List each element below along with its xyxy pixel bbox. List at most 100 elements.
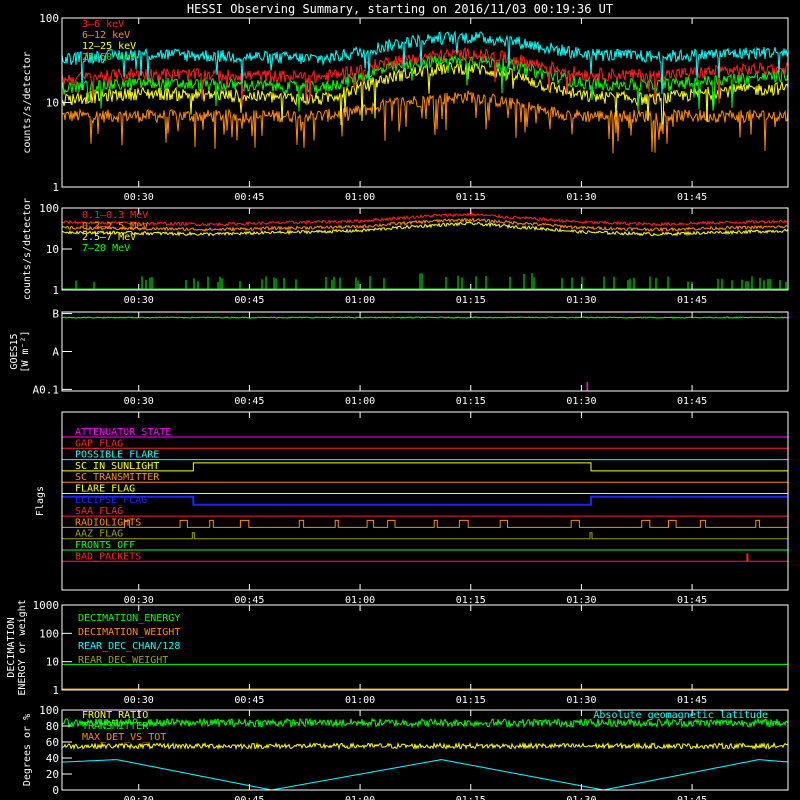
series-line-5-2 [62,759,789,791]
y-axis-label-1: counts/s/detector [22,198,33,300]
legend-entry-0-2: 12–25 keV [82,41,136,52]
series-line-5-1 [61,741,789,751]
flag-label-1: GAP_FLAG [75,438,123,449]
flag-label-7: SAA_FLAG [75,506,123,517]
panel-frame-3 [61,411,789,591]
flag-label-11: BAD_PACKETS [75,551,141,562]
x-tick-label-1-5: 01:45 [677,295,707,306]
legend-entry-1-2: 2.5–7 MeV [82,232,136,243]
chart-title: HESSI Observing Summary, starting on 201… [187,2,613,16]
x-tick-label-5-4: 01:30 [566,795,596,800]
x-tick-label-1-0: 00:30 [124,295,154,306]
x-tick-label-5-3: 01:15 [456,795,486,800]
x-tick-label-3-0: 00:30 [124,595,154,606]
flag-line-3 [62,462,788,472]
y-tick-label-4-3: 1000 [33,599,60,612]
x-tick-label-4-3: 01:15 [456,695,486,706]
legend-entry-0-1: 6–12 keV [82,30,130,41]
x-tick-label-5-5: 01:45 [677,795,707,800]
x-tick-label-4-1: 00:45 [234,695,264,706]
panel-frame-1 [61,207,789,291]
legend-entry-4-0: DECIMATION_ENERGY [78,613,180,624]
y-tick-label-5-1: 20 [46,768,59,781]
x-tick-label-2-5: 01:45 [677,396,707,407]
legend-entry-4-1: DECIMATION_WEIGHT [78,627,180,638]
y-axis-label-4b: ENERGY or weight [17,599,28,695]
x-tick-label-2-0: 00:30 [124,396,154,407]
flag-label-3: SC_IN_SUNLIGHT [75,461,159,472]
y-tick-label-5-5: 100 [39,704,59,717]
legend-entry-5-1: TRANSMITTER [82,721,149,732]
x-tick-label-3-2: 01:00 [345,595,375,606]
y-axis-label-2b: [W m⁻²] [20,330,31,372]
flag-label-6: ECLIPSE_FLAG [75,495,147,506]
flag-label-9: AAZ_FLAG [75,529,123,540]
y-tick-label-0-1: 10 [46,97,59,110]
x-tick-label-5-0: 00:30 [124,795,154,800]
legend-entry-0-0: 3–6 keV [82,19,124,30]
x-tick-label-4-2: 01:00 [345,695,375,706]
y-tick-label-0-0: 1 [52,181,59,194]
x-tick-label-2-2: 01:00 [345,396,375,407]
y-tick-label-2-2: B [52,308,59,321]
hessi-summary: HESSI Observing Summary, starting on 201… [0,0,800,800]
y-tick-label-4-0: 1 [52,684,59,697]
y-tick-label-4-2: 100 [39,627,59,640]
x-tick-label-0-2: 01:00 [345,192,375,203]
flag-label-10: FRONTS_OFF [75,540,135,551]
flag-label-5: FLARE_FLAG [75,484,135,495]
series-line-2-0 [61,316,789,319]
flag-label-8: RADIOLIGHTS [75,517,141,528]
y-tick-label-4-1: 10 [46,656,59,669]
legend-entry-4-2: REAR_DEC_CHAN/128 [78,641,180,652]
x-tick-label-4-4: 01:30 [566,695,596,706]
panel-frame-2 [61,311,789,392]
x-tick-label-2-4: 01:30 [566,396,596,407]
flag-line-6 [62,495,788,506]
flag-label-2: POSSIBLE_FLARE [75,450,159,461]
x-tick-label-3-4: 01:30 [566,595,596,606]
y-axis-label-0: counts/s/detector [22,51,33,153]
y-tick-label-1-0: 1 [52,284,59,297]
y-tick-label-5-3: 60 [46,736,59,749]
series-line-0-4 [61,90,789,154]
y-tick-label-5-4: 80 [46,720,59,733]
legend-entry-4-3: REAR_DEC_WEIGHT [78,655,168,666]
x-tick-label-3-5: 01:45 [677,595,707,606]
y-tick-label-5-0: 0 [52,784,59,797]
y-tick-label-1-1: 10 [46,243,59,256]
y-tick-label-0-2: 100 [39,12,59,25]
x-tick-label-5-2: 01:00 [345,795,375,800]
x-tick-label-0-4: 01:30 [566,192,596,203]
x-tick-label-4-0: 00:30 [124,695,154,706]
legend-entry-1-1: 0.3–2.5 MeV [82,221,148,232]
y-tick-label-1-2: 100 [39,202,59,215]
x-tick-label-5-1: 00:45 [234,795,264,800]
summary-plot: HESSI Observing Summary, starting on 201… [6,2,789,800]
legend-entry-1-3: 7–20 MeV [82,243,130,254]
x-tick-label-4-5: 01:45 [677,695,707,706]
x-tick-label-1-3: 01:15 [456,295,486,306]
flag-line-8 [62,519,789,528]
x-tick-label-2-3: 01:15 [456,396,486,407]
y-tick-label-2-1: A [52,346,59,359]
x-tick-label-0-0: 00:30 [124,192,154,203]
legend-entry-0-3: 25–50 keV [82,52,136,63]
y-axis-label-5: Degrees or % [22,714,33,786]
x-tick-label-0-1: 00:45 [234,192,264,203]
y-axis-label-2: GOES15 [9,333,20,369]
x-tick-label-0-3: 01:15 [456,192,486,203]
flag-line-9 [62,532,788,540]
flag-label-4: SC_TRANSMITTER [75,472,160,483]
y-axis-label-3: Flags [35,486,46,516]
x-tick-label-2-1: 00:45 [234,396,264,407]
y-axis-label-4: DECIMATION [6,617,17,677]
x-tick-label-3-3: 01:15 [456,595,486,606]
y-tick-label-2-0: A0.1 [33,383,60,396]
y-tick-label-5-2: 40 [46,752,59,765]
legend-right-5: Absolute geomagnetic latitude [593,710,768,721]
legend-entry-5-2: MAX_DET_VS_TOT [82,732,166,743]
x-tick-label-0-5: 01:45 [677,192,707,203]
legend-entry-5-0: FRONT_RATIO [82,710,148,721]
legend-entry-1-0: 0.1–0.3 MeV [82,210,148,221]
